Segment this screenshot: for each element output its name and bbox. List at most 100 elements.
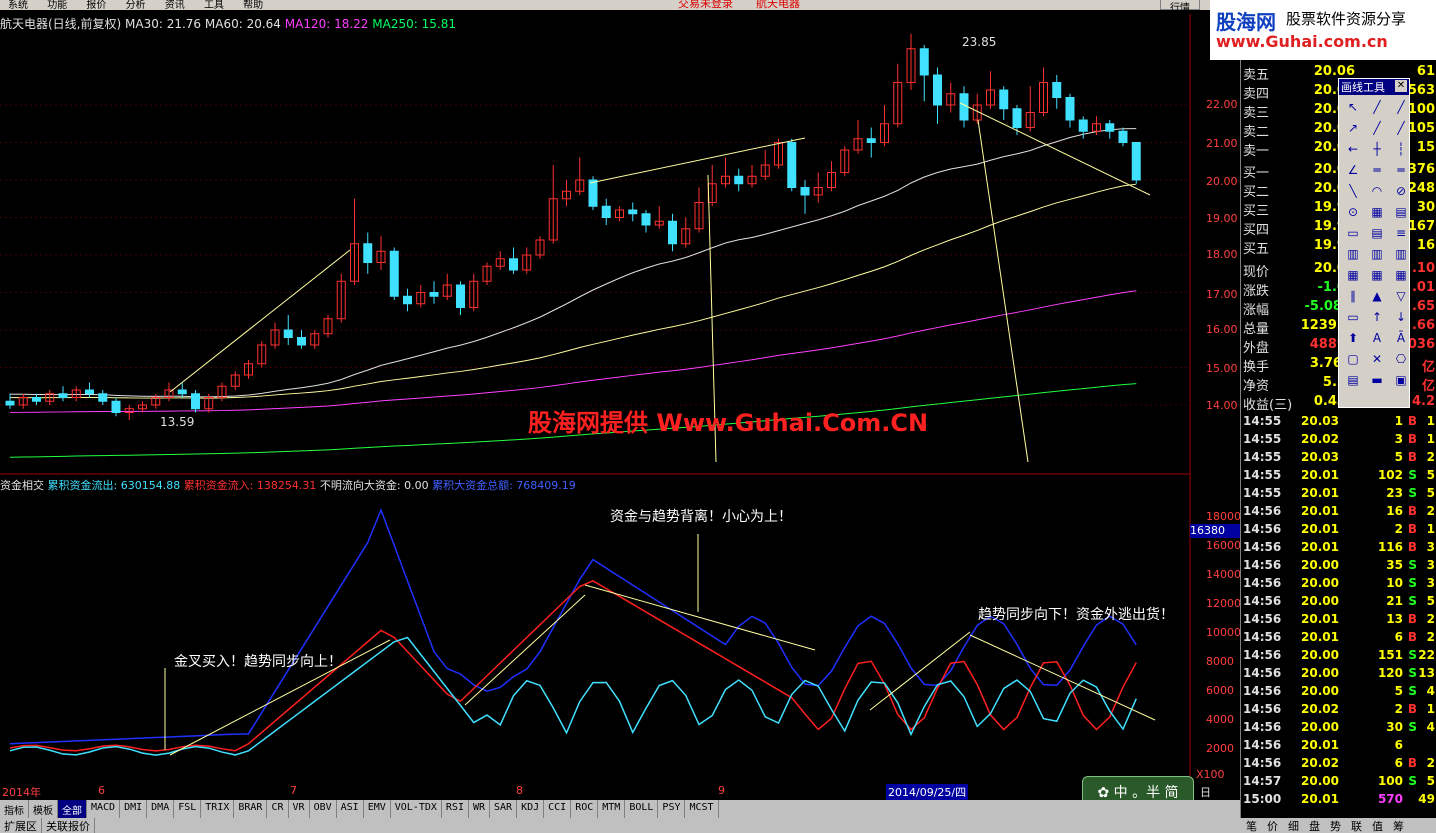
draw-tool-icon[interactable]: ↗ (1342, 119, 1364, 138)
indicator-tab[interactable]: MTM (598, 800, 626, 818)
panel-tab[interactable]: 筹 (1393, 818, 1404, 833)
draw-tool-icon[interactable]: ▤ (1390, 203, 1412, 222)
draw-tool-icon[interactable]: ╱ (1366, 98, 1388, 117)
panel-tab[interactable]: 细 (1288, 818, 1299, 833)
indicator-tab[interactable]: OBV (310, 800, 337, 818)
panel-tab[interactable]: 值 (1372, 818, 1383, 833)
tick-tm: 14:56 (1243, 756, 1282, 770)
draw-tool-icon[interactable]: ▤ (1366, 224, 1388, 243)
date-jul: 7 (290, 784, 297, 797)
tick-tm: 14:56 (1243, 630, 1282, 644)
indicator-tab[interactable]: FSL (174, 800, 202, 818)
indicator-tab[interactable]: CR (267, 800, 289, 818)
panel-tab[interactable]: 盘 (1309, 818, 1320, 833)
indicator-tab[interactable]: KDJ (517, 800, 545, 818)
draw-tool-icon[interactable]: ═ (1366, 161, 1388, 180)
candle-body (919, 48, 929, 76)
draw-tool-icon[interactable]: ⬆ (1342, 329, 1364, 348)
draw-tool-icon[interactable]: ╱ (1366, 119, 1388, 138)
quote-label: 现价 (1243, 265, 1270, 280)
indicator-tab[interactable]: DMI (120, 800, 148, 818)
tick-row: 14:55 20.03 1 B 1 (1243, 414, 1435, 432)
indicator-tab[interactable]: TRIX (201, 800, 235, 818)
indicator-tab[interactable]: RSI (442, 800, 469, 818)
draw-tool-icon[interactable]: ◠ (1366, 182, 1388, 201)
draw-tool-icon[interactable]: ▭ (1342, 308, 1364, 327)
tick-bs: B (1407, 450, 1417, 464)
draw-tool-icon[interactable]: ∠ (1342, 161, 1364, 180)
draw-tool-icon[interactable]: A (1366, 329, 1388, 348)
draw-tool-icon[interactable]: ✕ (1366, 350, 1388, 369)
quote-volume: 亿 (1421, 379, 1435, 394)
draw-tool-icon[interactable]: ▦ (1390, 266, 1412, 285)
tick-row: 14:56 20.01 2 B 1 (1243, 522, 1435, 540)
draw-tool-icon[interactable]: ═ (1390, 161, 1412, 180)
panel-tab[interactable]: 价 (1267, 818, 1278, 833)
draw-tool-icon[interactable]: ┆ (1390, 140, 1412, 159)
draw-tool-icon[interactable]: ↖ (1342, 98, 1364, 117)
indicator-tab[interactable]: 模板 (29, 800, 58, 818)
unknown-flow-label: 不明流向大资金: 0.00 (319, 479, 429, 492)
tick-row: 14:56 20.00 35 S 3 (1243, 558, 1435, 576)
indicator-tab[interactable]: WR (469, 800, 491, 818)
draw-tool-icon[interactable]: ⊙ (1342, 203, 1364, 222)
indicator-tab[interactable]: ROC (571, 800, 599, 818)
expand-area-button[interactable]: 扩展区 (0, 818, 42, 833)
draw-tool-icon[interactable]: ▥ (1342, 245, 1364, 264)
panel-tab[interactable]: 势 (1330, 818, 1341, 833)
indicator-tab[interactable]: BOLL (625, 800, 659, 818)
indicator-tab[interactable]: VOL-TDX (391, 800, 442, 818)
tick-bs: B (1407, 630, 1417, 644)
drawing-toolbar-title-text: 画线工具 (1341, 81, 1385, 94)
tick-row: 14:56 20.00 30 S 4 (1243, 720, 1435, 738)
tick-tm: 14:56 (1243, 612, 1282, 626)
draw-tool-icon[interactable]: ▲ (1366, 287, 1388, 306)
indicator-tab[interactable]: CCI (544, 800, 572, 818)
draw-tool-icon[interactable]: ▭ (1342, 224, 1364, 243)
draw-tool-icon[interactable]: ∥ (1342, 287, 1364, 306)
draw-tool-icon[interactable]: ▤ (1342, 371, 1364, 390)
indicator-tab[interactable]: 指标 (0, 800, 29, 818)
indicator-tab[interactable]: SAR (490, 800, 518, 818)
draw-tool-icon[interactable]: ▦ (1342, 266, 1364, 285)
candle-body (191, 393, 200, 410)
draw-tool-icon[interactable]: ≡ (1390, 224, 1412, 243)
indicator-tab[interactable]: MACD (87, 800, 121, 818)
tick-ex: 13 (1418, 666, 1435, 680)
draw-tool-icon[interactable]: ╱ (1390, 119, 1412, 138)
tick-tm: 14:55 (1243, 450, 1282, 464)
indicator-tab[interactable]: DMA (147, 800, 175, 818)
draw-tool-icon[interactable]: ┼ (1366, 140, 1388, 159)
draw-tool-icon[interactable]: ⎔ (1390, 350, 1412, 369)
draw-tool-icon[interactable]: ▢ (1342, 350, 1364, 369)
indicator-lines (9, 507, 1156, 756)
indicator-tab[interactable]: BRAR (234, 800, 268, 818)
indicator-tab[interactable]: ASI (337, 800, 364, 818)
draw-tool-icon[interactable]: ↓ (1390, 308, 1412, 327)
draw-tool-icon[interactable]: Ā (1390, 329, 1412, 348)
draw-tool-icon[interactable]: ▬ (1366, 371, 1388, 390)
draw-tool-icon[interactable]: ▦ (1366, 203, 1388, 222)
panel-tab[interactable]: 笔 (1246, 818, 1257, 833)
indicator-tab[interactable]: PSY (658, 800, 686, 818)
related-quote-button[interactable]: 关联报价 (42, 818, 95, 833)
ind-tick: 10000 (1206, 626, 1241, 639)
draw-tool-icon[interactable]: ╱ (1390, 98, 1412, 117)
panel-tab[interactable]: 联 (1351, 818, 1362, 833)
draw-tool-icon[interactable]: ⊘ (1390, 182, 1412, 201)
draw-tool-icon[interactable]: ╲ (1342, 182, 1364, 201)
indicator-tab[interactable]: MCST (685, 800, 719, 818)
tick-pr: 20.01 (1301, 630, 1339, 644)
draw-tool-icon[interactable]: ↑ (1366, 308, 1388, 327)
tick-tm: 14:55 (1243, 468, 1282, 482)
close-icon[interactable]: ✕ (1395, 80, 1407, 92)
indicator-tab[interactable]: 全部 (58, 800, 87, 818)
draw-tool-icon[interactable]: ▽ (1390, 287, 1412, 306)
indicator-tab[interactable]: VR (289, 800, 310, 818)
indicator-tab[interactable]: EMV (364, 800, 391, 818)
draw-tool-icon[interactable]: ▦ (1366, 266, 1388, 285)
draw-tool-icon[interactable]: ← (1342, 140, 1364, 159)
draw-tool-icon[interactable]: ▥ (1390, 245, 1412, 264)
draw-tool-icon[interactable]: ▥ (1366, 245, 1388, 264)
draw-tool-icon[interactable]: ▣ (1390, 371, 1412, 390)
